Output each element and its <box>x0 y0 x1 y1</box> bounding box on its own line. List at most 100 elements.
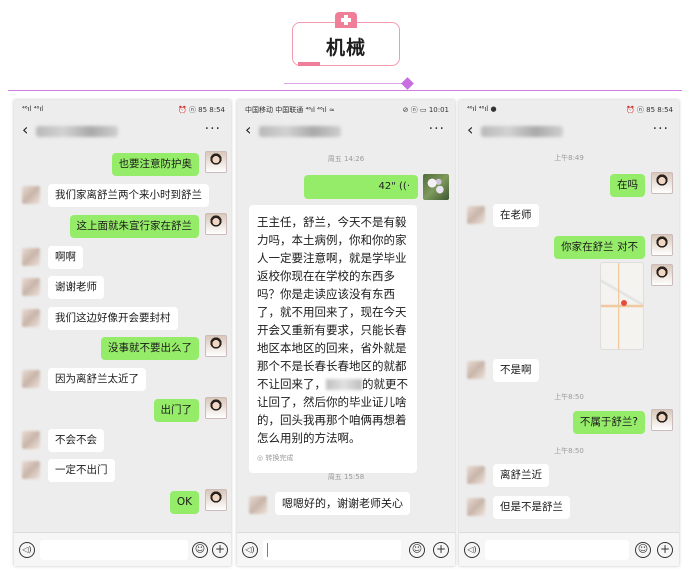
header-dash <box>284 83 404 84</box>
student-avatar[interactable] <box>467 466 485 484</box>
message-bubble[interactable]: 不属于舒兰? <box>572 411 645 434</box>
signal-indicator: ⁴⁶ıl ⁴⁶ıl <box>22 105 44 113</box>
message-bubble[interactable]: 因为离舒兰太近了 <box>48 368 146 391</box>
plus-icon[interactable]: + <box>212 542 228 558</box>
student-avatar[interactable] <box>249 496 267 514</box>
teacher-avatar[interactable] <box>205 335 227 357</box>
timestamp: 上午8:50 <box>554 393 584 401</box>
message-bubble[interactable]: 在吗 <box>610 174 645 197</box>
message-bubble[interactable]: 啊啊 <box>48 246 83 269</box>
map-pin-icon <box>621 300 627 306</box>
timestamp: 上午8:50 <box>554 447 584 455</box>
message-bubble[interactable]: 离舒兰近 <box>493 464 549 487</box>
clock-indicator: ⏰ ⓝ 85 8:54 <box>625 106 673 114</box>
teacher-avatar[interactable] <box>205 489 227 511</box>
location-map-image[interactable] <box>600 262 644 350</box>
student-avatar[interactable] <box>467 361 485 379</box>
more-options-icon[interactable]: ··· <box>653 121 669 137</box>
timestamp: 周五 14:26 <box>327 155 365 163</box>
chat-header: ‹ ··· <box>459 116 679 146</box>
clock-indicator: ⊘ ⓝ ▭ 10:01 <box>402 106 449 114</box>
timestamp: 周五 15:58 <box>327 473 365 481</box>
message-bubble[interactable]: 谢谢老师 <box>48 276 104 299</box>
plus-icon[interactable]: + <box>657 542 673 558</box>
title-badge: 机械 <box>292 22 400 66</box>
student-avatar[interactable] <box>22 461 40 479</box>
conversion-complete-label: ◎ 转换完成 <box>257 454 294 462</box>
student-avatar[interactable] <box>467 206 485 224</box>
message-bubble[interactable]: 不会不会 <box>48 429 104 452</box>
contact-name-redacted <box>259 126 341 137</box>
back-icon[interactable]: ‹ <box>467 120 473 139</box>
message-bubble[interactable]: 出门了 <box>153 399 199 422</box>
contact-name-redacted <box>36 126 118 137</box>
message-bubble[interactable]: 没事就不要出么了 <box>101 337 199 360</box>
student-avatar[interactable] <box>22 370 40 388</box>
more-options-icon[interactable]: ··· <box>429 121 445 137</box>
input-bar: ◁) ☺ + <box>459 532 679 566</box>
teacher-avatar[interactable] <box>651 264 673 286</box>
badge-accent <box>298 62 320 66</box>
back-icon[interactable]: ‹ <box>22 120 28 139</box>
student-avatar[interactable] <box>467 498 485 516</box>
teacher-avatar[interactable] <box>205 151 227 173</box>
student-avatar[interactable] <box>22 278 40 296</box>
emoji-icon[interactable]: ☺ <box>635 542 651 558</box>
message-bubble[interactable]: 这上面就朱宣行家在舒兰 <box>69 215 199 238</box>
teacher-avatar[interactable] <box>205 397 227 419</box>
back-icon[interactable]: ‹ <box>245 120 251 139</box>
student-avatar[interactable] <box>22 248 40 266</box>
message-bubble[interactable]: 我们这边好像开会要封村 <box>48 307 178 330</box>
voice-icon[interactable]: ◁) <box>464 542 480 558</box>
student-avatar[interactable] <box>22 186 40 204</box>
student-avatar[interactable] <box>22 431 40 449</box>
contact-name-redacted <box>481 126 563 137</box>
redacted-name <box>326 379 362 390</box>
voice-to-text-message[interactable]: 王主任，舒兰，今天不是有毅力吗，本土病例，你和你的家人一定要注意啊，就是学毕业返… <box>249 205 417 473</box>
status-bar: ⁴⁶ıl ⁴⁶ıl ● ⏰ ⓝ 85 8:54 <box>459 100 679 116</box>
flower-avatar[interactable] <box>423 174 449 200</box>
voice-icon[interactable]: ◁) <box>19 542 35 558</box>
input-bar: ◁) ☺ + <box>14 532 231 566</box>
message-input[interactable] <box>40 540 188 560</box>
signal-indicator: 中国移动 中国联通 ⁴⁶ıl ⁴⁶ıl ≈ <box>245 106 335 114</box>
message-bubble[interactable]: 但是不是舒兰 <box>493 496 570 519</box>
diamond-icon <box>401 77 414 90</box>
signal-indicator: ⁴⁶ıl ⁴⁶ıl ● <box>467 105 497 113</box>
message-text-part1: 王主任，舒兰，今天不是有毅力吗，本土病例，你和你的家人一定要注意啊，就是学毕业返… <box>257 215 407 391</box>
page-title: 机械 <box>325 37 366 59</box>
status-bar: 中国移动 中国联通 ⁴⁶ıl ⁴⁶ıl ≈ ⊘ ⓝ ▭ 10:01 <box>237 100 455 116</box>
timestamp: 上午8:49 <box>554 154 584 162</box>
message-bubble[interactable]: 也要注意防护奥 <box>111 153 199 176</box>
plus-icon[interactable]: + <box>433 542 449 558</box>
message-bubble[interactable]: 一定不出门 <box>48 459 115 482</box>
header-divider <box>8 90 682 91</box>
text-cursor <box>267 543 268 557</box>
chat-screenshot-3: ⁴⁶ıl ⁴⁶ıl ● ⏰ ⓝ 85 8:54 ‹ ··· 上午8:49 在吗 … <box>459 100 679 566</box>
teacher-avatar[interactable] <box>205 213 227 235</box>
message-bubble[interactable]: OK <box>169 491 199 514</box>
emoji-icon[interactable]: ☺ <box>192 542 208 558</box>
voice-message[interactable]: 42" ((· <box>304 175 418 199</box>
teacher-avatar[interactable] <box>651 409 673 431</box>
message-input[interactable] <box>263 540 401 560</box>
medical-cross-icon <box>335 12 357 28</box>
chat-screenshot-2: 中国移动 中国联通 ⁴⁶ıl ⁴⁶ıl ≈ ⊘ ⓝ ▭ 10:01 ‹ ··· … <box>237 100 455 566</box>
message-bubble[interactable]: 嗯嗯好的，谢谢老师关心 <box>275 492 410 515</box>
teacher-avatar[interactable] <box>651 172 673 194</box>
page: 机械 ⁴⁶ıl ⁴⁶ıl ⏰ ⓝ 85 8:54 ‹ ··· 也要注意防护奥 我… <box>0 0 689 572</box>
status-bar: ⁴⁶ıl ⁴⁶ıl ⏰ ⓝ 85 8:54 <box>14 100 231 116</box>
clock-indicator: ⏰ ⓝ 85 8:54 <box>177 106 225 114</box>
more-options-icon[interactable]: ··· <box>205 121 221 137</box>
voice-icon[interactable]: ◁) <box>242 542 258 558</box>
message-bubble[interactable]: 你家在舒兰 对不 <box>554 236 645 259</box>
chat-header: ‹ ··· <box>14 116 231 146</box>
student-avatar[interactable] <box>22 309 40 327</box>
emoji-icon[interactable]: ☺ <box>409 542 425 558</box>
message-input[interactable] <box>485 540 629 560</box>
input-bar: ◁) ☺ + <box>237 532 455 566</box>
message-bubble[interactable]: 在老师 <box>493 204 539 227</box>
teacher-avatar[interactable] <box>651 234 673 256</box>
message-bubble[interactable]: 我们家离舒兰两个来小时到舒兰 <box>48 184 209 207</box>
message-bubble[interactable]: 不是啊 <box>493 359 539 382</box>
